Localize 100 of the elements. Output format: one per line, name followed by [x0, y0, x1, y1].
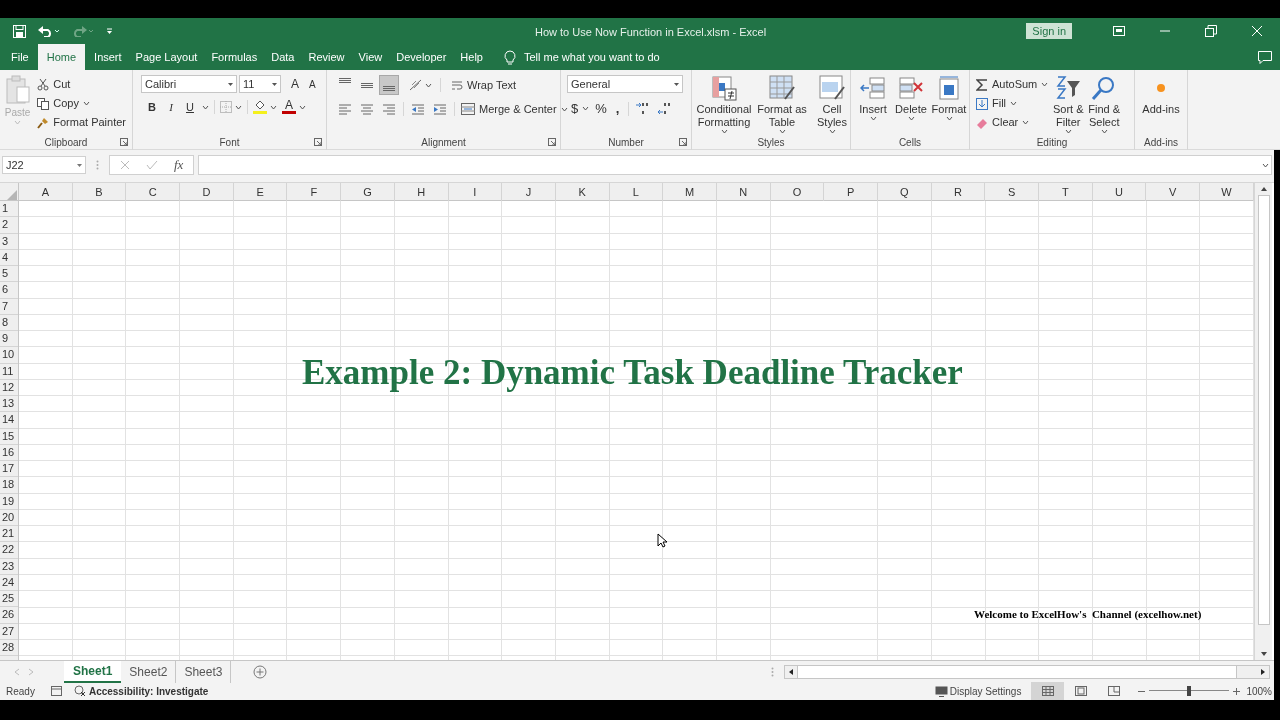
column-header[interactable]: Q: [878, 183, 932, 201]
column-header[interactable]: J: [502, 183, 556, 201]
row-header[interactable]: 28: [0, 639, 18, 656]
ribbon-tab[interactable]: Developer: [389, 44, 454, 70]
ribbon-button[interactable]: Format as Table: [754, 75, 810, 134]
row-header[interactable]: 1: [0, 201, 18, 218]
decrease-font-size-button[interactable]: A: [305, 76, 320, 92]
row-header[interactable]: 24: [0, 574, 18, 591]
column-header[interactable]: O: [770, 183, 825, 201]
fill-color-button[interactable]: [253, 100, 277, 115]
merge-and-center-button[interactable]: Merge & Center: [459, 99, 570, 119]
column-header[interactable]: C: [126, 183, 181, 201]
display-settings-button[interactable]: Display Settings: [934, 683, 1022, 699]
column-header[interactable]: U: [1092, 183, 1147, 201]
column-header[interactable]: B: [72, 183, 127, 201]
column-header[interactable]: V: [1146, 183, 1201, 201]
row-header[interactable]: 23: [0, 558, 18, 575]
ribbon-tab[interactable]: Formulas: [204, 44, 265, 70]
name-box[interactable]: J22: [2, 156, 86, 174]
ribbon-button[interactable]: AutoSum: [974, 75, 1051, 94]
row-header[interactable]: 26: [0, 607, 18, 624]
row-header[interactable]: 12: [0, 379, 18, 396]
row-header[interactable]: 14: [0, 412, 18, 429]
column-header[interactable]: K: [555, 183, 610, 201]
currency-button[interactable]: $: [571, 99, 590, 119]
row-header[interactable]: 19: [0, 493, 18, 510]
column-header[interactable]: H: [394, 183, 449, 201]
cancel-button[interactable]: [120, 160, 130, 170]
row-header[interactable]: 7: [0, 298, 18, 315]
column-header[interactable]: L: [609, 183, 664, 201]
ribbon-button[interactable]: Delete: [893, 75, 929, 134]
number-format-field[interactable]: General: [567, 75, 683, 93]
enter-button[interactable]: [146, 160, 158, 170]
ribbon-button[interactable]: Cut: [35, 75, 128, 94]
ribbon-button[interactable]: Find & Select: [1086, 75, 1123, 134]
row-header[interactable]: 5: [0, 266, 18, 283]
ribbon-button[interactable]: Format Painter: [35, 113, 128, 132]
row-header[interactable]: 15: [0, 428, 18, 445]
column-header[interactable]: E: [233, 183, 288, 201]
horizontal-scrollbar[interactable]: [784, 664, 1270, 679]
column-header[interactable]: I: [448, 183, 503, 201]
column-header[interactable]: R: [931, 183, 986, 201]
row-header[interactable]: 20: [0, 509, 18, 526]
increase-font-size-button[interactable]: A: [287, 75, 303, 93]
tell-me-search[interactable]: Tell me what you want to do: [523, 48, 660, 66]
slider-thumb[interactable]: [1187, 686, 1192, 696]
ribbon-button[interactable]: Cell Styles: [812, 75, 852, 134]
view-button[interactable]: [1031, 682, 1065, 700]
ribbon-button[interactable]: Fill: [974, 94, 1051, 113]
insert-function-button[interactable]: fx: [174, 155, 184, 175]
row-header[interactable]: 25: [0, 591, 18, 608]
column-header[interactable]: S: [985, 183, 1040, 201]
italic-button[interactable]: I: [164, 99, 178, 116]
ribbon-tab[interactable]: Help: [453, 44, 490, 70]
ribbon-tab[interactable]: View: [351, 44, 390, 70]
sign-in-button[interactable]: Sign in: [1026, 23, 1072, 39]
row-header[interactable]: 16: [0, 444, 18, 461]
ribbon-tab[interactable]: File: [4, 44, 36, 70]
ribbon-button[interactable]: Insert: [855, 75, 891, 134]
vertical-scrollbar[interactable]: [1254, 183, 1272, 660]
vertical-align-button[interactable]: [379, 75, 399, 95]
row-header[interactable]: 8: [0, 314, 18, 331]
column-header[interactable]: M: [663, 183, 717, 201]
comma-style-button[interactable]: ,: [612, 99, 623, 119]
percent-button[interactable]: %: [595, 99, 607, 119]
row-header[interactable]: 13: [0, 396, 18, 413]
wrap-text-button[interactable]: Wrap Text: [449, 75, 519, 95]
row-header[interactable]: 3: [0, 233, 18, 250]
ribbon-tab[interactable]: Insert: [87, 44, 129, 70]
accessibility-button[interactable]: Accessibility: Investigate: [73, 683, 209, 699]
font-size-field[interactable]: 11: [239, 75, 281, 93]
row-header[interactable]: 4: [0, 249, 18, 266]
zoom-in-button[interactable]: [1233, 687, 1241, 695]
column-header[interactable]: T: [1039, 183, 1093, 201]
ribbon-button[interactable]: Format: [931, 75, 967, 134]
bold-button[interactable]: B: [145, 99, 159, 116]
ribbon-tab[interactable]: Review: [301, 44, 352, 70]
column-header[interactable]: D: [180, 183, 234, 201]
borders-button[interactable]: [220, 101, 242, 114]
ribbon-tab[interactable]: Data: [264, 44, 302, 70]
row-header[interactable]: 18: [0, 477, 18, 494]
sheet-tab[interactable]: Sheet2: [121, 660, 177, 683]
new-sheet-button[interactable]: [253, 664, 268, 679]
row-header[interactable]: 21: [0, 526, 18, 543]
underline-button[interactable]: U: [183, 99, 197, 116]
row-header[interactable]: 17: [0, 461, 18, 478]
ribbon-button[interactable]: Copy: [35, 94, 128, 113]
column-header[interactable]: F: [287, 183, 342, 201]
ribbon-tab[interactable]: Page Layout: [128, 44, 205, 70]
row-header[interactable]: 22: [0, 542, 18, 559]
font-color-button[interactable]: A: [282, 100, 306, 115]
column-header[interactable]: G: [341, 183, 395, 201]
row-header[interactable]: 9: [0, 331, 18, 348]
ribbon-button[interactable]: Conditional Formatting: [696, 75, 752, 134]
add-ins-button[interactable]: Add-ins: [1139, 75, 1183, 134]
row-header[interactable]: 6: [0, 282, 18, 299]
zoom-level[interactable]: 100%: [1246, 683, 1272, 699]
column-header[interactable]: W: [1200, 183, 1254, 201]
row-header[interactable]: 27: [0, 623, 18, 640]
zoom-slider[interactable]: [1149, 686, 1230, 696]
